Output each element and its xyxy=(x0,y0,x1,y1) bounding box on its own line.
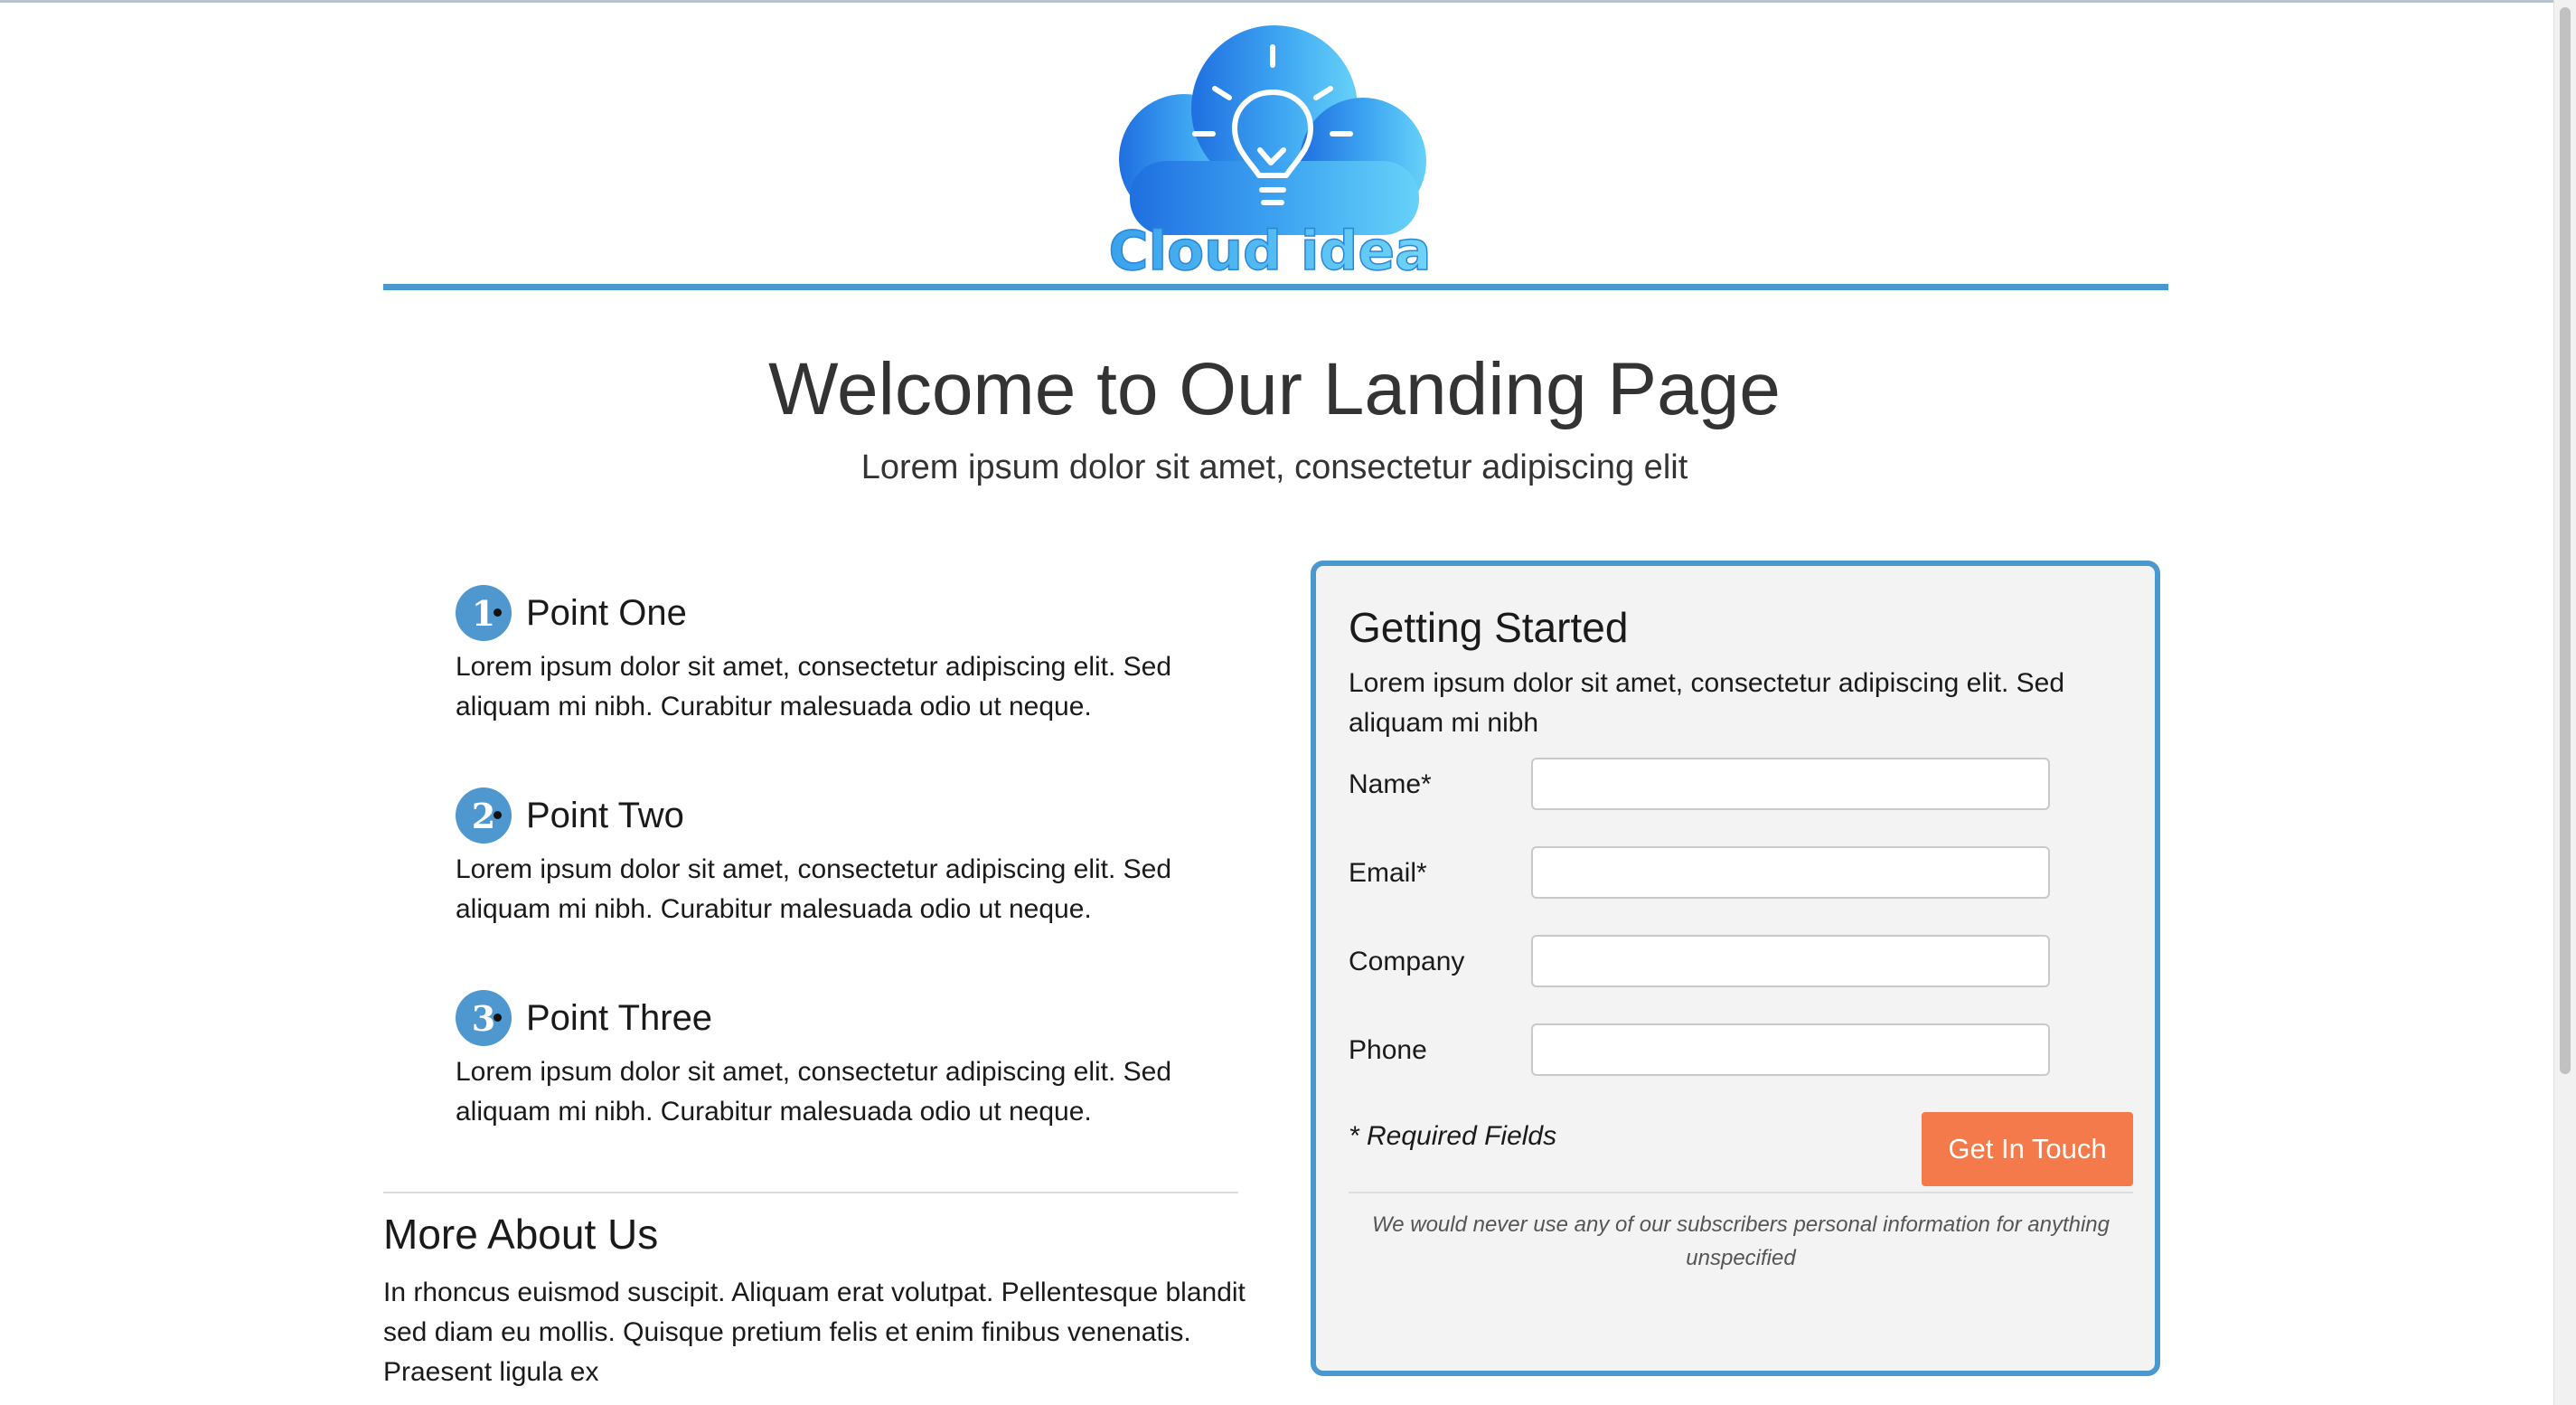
get-in-touch-button[interactable]: Get In Touch xyxy=(1922,1112,2133,1186)
point-header: 3 Point Three xyxy=(456,987,1251,1049)
signup-form: Getting Started Lorem ipsum dolor sit am… xyxy=(1311,561,2160,1376)
scrollbar-thumb[interactable] xyxy=(2560,7,2571,1074)
header-divider xyxy=(383,284,2168,290)
section-divider xyxy=(383,1192,1238,1193)
point-title: Point Two xyxy=(526,795,684,835)
email-label: Email* xyxy=(1349,858,1427,888)
form-title: Getting Started xyxy=(1349,604,1629,651)
required-fields-note: * Required Fields xyxy=(1349,1121,1557,1151)
point-header: 1 Point One xyxy=(456,582,1251,644)
about-text: In rhoncus euismod suscipit. Aliquam era… xyxy=(383,1278,1246,1387)
point-description: Lorem ipsum dolor sit amet, consectetur … xyxy=(456,1057,1172,1127)
point-description: Lorem ipsum dolor sit amet, consectetur … xyxy=(456,652,1172,721)
point-description: Lorem ipsum dolor sit amet, consectetur … xyxy=(456,854,1172,924)
point-title: Point One xyxy=(526,592,687,633)
number-one-icon: 1 xyxy=(456,585,512,641)
vertical-scrollbar[interactable] xyxy=(2553,0,2576,1405)
page-subtitle: Lorem ipsum dolor sit amet, consectetur … xyxy=(860,448,1688,486)
window-top-border xyxy=(0,0,2576,3)
point-two: 2 Point Two Lorem ipsum dolor sit amet, … xyxy=(456,785,1251,929)
form-description: Lorem ipsum dolor sit amet, consectetur … xyxy=(1349,668,2065,738)
company-field[interactable] xyxy=(1531,935,2050,987)
phone-field[interactable] xyxy=(1531,1023,2050,1076)
privacy-note: We would never use any of our subscriber… xyxy=(1372,1212,2110,1270)
cloud-lightbulb-icon: Cloud idea xyxy=(1108,25,1432,284)
cloud-idea-logo[interactable]: Cloud idea xyxy=(1094,25,1446,284)
company-label: Company xyxy=(1349,947,1465,976)
point-three: 3 Point Three Lorem ipsum dolor sit amet… xyxy=(456,987,1251,1132)
point-header: 2 Point Two xyxy=(456,785,1251,846)
number-three-icon: 3 xyxy=(456,990,512,1046)
point-one: 1 Point One Lorem ipsum dolor sit amet, … xyxy=(456,582,1251,727)
email-field[interactable] xyxy=(1531,846,2050,899)
number-two-icon: 2 xyxy=(456,787,512,844)
form-divider xyxy=(1349,1192,2133,1193)
about-heading: More About Us xyxy=(383,1211,659,1258)
name-label: Name* xyxy=(1349,769,1432,799)
name-field[interactable] xyxy=(1531,758,2050,810)
phone-label: Phone xyxy=(1349,1035,1427,1065)
page-title: Welcome to Our Landing Page xyxy=(768,348,1781,430)
point-title: Point Three xyxy=(526,997,713,1038)
logo-text: Cloud idea xyxy=(1108,220,1431,275)
